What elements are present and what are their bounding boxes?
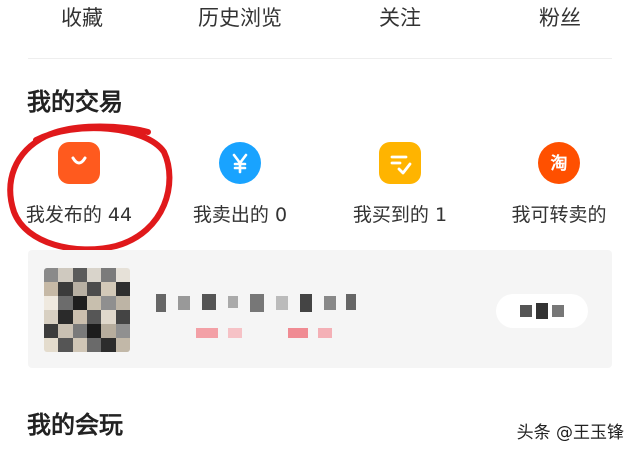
divider [28,58,612,59]
stats-row: 收藏 历史浏览 关注 粉丝 [0,0,640,40]
trade-item-bought[interactable]: 我买到的 1 [325,142,475,227]
listing-card[interactable] [28,250,612,368]
checklist-icon [379,142,421,184]
trade-item-resellable[interactable]: 淘 我可转卖的 [484,142,634,227]
trade-item-sold[interactable]: 我卖出的 0 [165,142,315,227]
stat-followers[interactable]: 粉丝 [485,2,635,34]
trade-item-label: 我可转卖的 [511,204,607,226]
listing-thumbnail [44,268,130,352]
trade-item-label: 我买到的 1 [352,204,448,226]
stat-history[interactable]: 历史浏览 [165,2,315,34]
taobao-icon: 淘 [538,142,580,184]
watermark: 头条 @王玉锋 [516,423,624,443]
section-title-trade: 我的交易 [27,88,123,116]
svg-text:淘: 淘 [551,153,568,174]
stat-following[interactable]: 关注 [325,2,475,34]
stat-favorites[interactable]: 收藏 [7,2,157,34]
yen-icon [219,142,261,184]
section-title-play: 我的会玩 [27,411,123,439]
annotation-circle [7,123,173,252]
listing-action-pill[interactable] [496,294,588,328]
trade-item-label: 我卖出的 0 [192,204,288,226]
